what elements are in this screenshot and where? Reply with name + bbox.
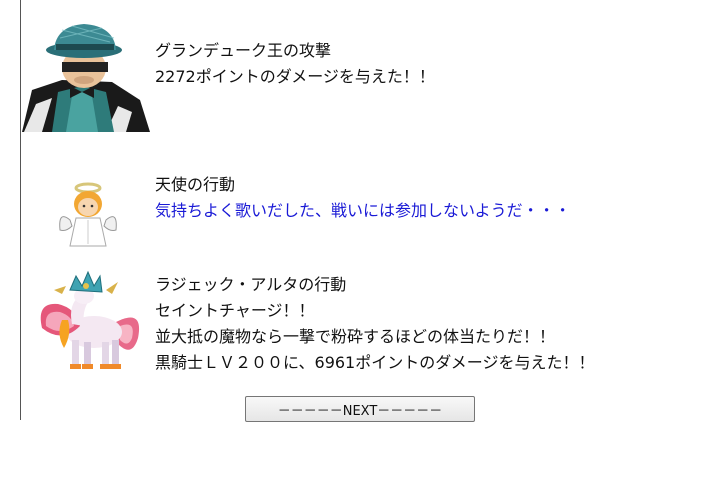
log-line: グランデューク王の攻撃 (155, 41, 332, 60)
log-line: セイントチャージ！！ (155, 301, 315, 320)
log-line: 天使の行動 (155, 175, 236, 194)
king-attack-message: グランデューク王の攻撃 2272ポイントのダメージを与えた！！ (155, 38, 435, 90)
king-in-fedora-sprite (22, 24, 150, 132)
log-line: 黒騎士ＬＶ２００に、6961ポイントのダメージを与えた！！ (155, 353, 595, 372)
angel-sprite (59, 182, 117, 247)
pegasus-action-message: ラジェック・アルタの行動 セイントチャージ！！ 並大抵の魔物なら一撃で粉砕するほ… (155, 272, 594, 376)
log-line-highlighted: 気持ちよく歌いだした、戦いには参加しないようだ・・・ (155, 201, 571, 220)
winged-pegasus-sprite (40, 270, 140, 369)
log-line: 並大抵の魔物なら一撃で粉砕するほどの体当たりだ！！ (155, 327, 556, 346)
log-line: 2272ポイントのダメージを与えた！！ (155, 67, 435, 86)
next-button[interactable]: －－－－－NEXT－－－－－ (245, 396, 475, 422)
log-line: ラジェック・アルタの行動 (155, 275, 347, 294)
angel-action-message: 天使の行動 気持ちよく歌いだした、戦いには参加しないようだ・・・ (155, 172, 571, 224)
left-border-line (20, 0, 21, 420)
